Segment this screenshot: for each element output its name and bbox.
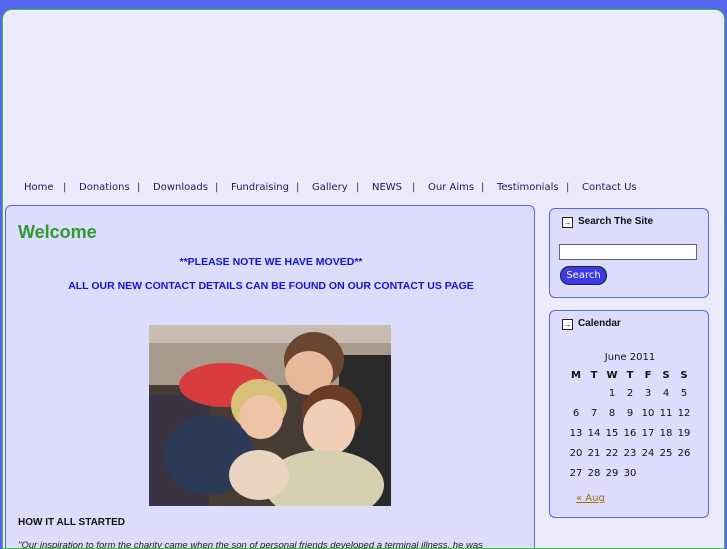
- calendar-day: 22: [605, 447, 619, 459]
- weekday-header: S: [680, 369, 688, 381]
- calendar-day: 23: [623, 447, 637, 459]
- calendar-caption: June 2011: [604, 352, 656, 363]
- calendar-day: [585, 383, 603, 403]
- nav-gallery[interactable]: Gallery: [312, 182, 348, 193]
- calendar-day: 7: [590, 407, 598, 419]
- calendar-day: 24: [641, 447, 655, 459]
- nav-home[interactable]: Home: [24, 182, 54, 193]
- nav-separator: |: [356, 182, 360, 193]
- calendar-day: 3: [644, 387, 652, 399]
- calendar-week-row: 1 2 3 4 5: [567, 383, 693, 403]
- search-widget-label: Search The Site: [578, 216, 654, 227]
- calendar-day: 10: [641, 407, 655, 419]
- calendar-day: [567, 383, 585, 403]
- calendar-day: 4: [662, 387, 670, 399]
- calendar-day: 27: [569, 467, 583, 479]
- calendar-widget: → Calendar June 2011 M T W T F S S 1 2 3…: [549, 310, 709, 518]
- calendar-day: 26: [677, 447, 691, 459]
- weekday-header: S: [662, 369, 670, 381]
- nav-separator: |: [215, 182, 219, 193]
- weekday-header: T: [626, 369, 634, 381]
- calendar-week-row: 27 28 29 30: [567, 463, 693, 483]
- calendar-day: 28: [587, 467, 601, 479]
- arrow-box-icon: →: [562, 319, 573, 330]
- calendar-day: 15: [605, 427, 619, 439]
- calendar-day: [657, 463, 675, 483]
- page-title: Welcome: [18, 222, 97, 242]
- calendar-day: 29: [605, 467, 619, 479]
- content-panel: Welcome **PLEASE NOTE WE HAVE MOVED** AL…: [5, 205, 535, 548]
- calendar-day: 5: [680, 387, 688, 399]
- contact-notice: ALL OUR NEW CONTACT DETAILS CAN BE FOUND…: [68, 280, 474, 292]
- calendar-day: 12: [677, 407, 691, 419]
- calendar-day: 13: [569, 427, 583, 439]
- calendar-day: [675, 463, 693, 483]
- nav-separator: |: [412, 182, 416, 193]
- calendar-table: M T W T F S S 1 2 3 4 5 6 7 8 9 10 11 12…: [567, 367, 693, 483]
- calendar-day: 30: [623, 467, 637, 479]
- nav-separator: |: [566, 182, 570, 193]
- nav-separator: |: [481, 182, 485, 193]
- nav-separator: |: [296, 182, 300, 193]
- calendar-prev-link[interactable]: « Aug: [576, 493, 605, 504]
- search-widget: → Search The Site Search: [549, 208, 709, 298]
- calendar-day: 2: [626, 387, 634, 399]
- nav-donations[interactable]: Donations: [79, 182, 130, 193]
- nav-our-aims[interactable]: Our Aims: [428, 182, 474, 193]
- calendar-week-row: 20 21 22 23 24 25 26: [567, 443, 693, 463]
- calendar-day: 11: [659, 407, 673, 419]
- search-widget-title: → Search The Site: [562, 216, 653, 228]
- calendar-day: 6: [572, 407, 580, 419]
- calendar-day: 18: [659, 427, 673, 439]
- moved-notice: **PLEASE NOTE WE HAVE MOVED**: [179, 256, 363, 268]
- search-input[interactable]: [559, 244, 697, 260]
- nav-fundraising[interactable]: Fundraising: [231, 182, 289, 193]
- calendar-day: 25: [659, 447, 673, 459]
- weekday-header: T: [590, 369, 598, 381]
- calendar-week-row: 6 7 8 9 10 11 12: [567, 403, 693, 423]
- nav-separator: |: [63, 182, 67, 193]
- calendar-day: 9: [626, 407, 634, 419]
- search-button[interactable]: Search: [560, 266, 607, 285]
- nav-separator: |: [137, 182, 141, 193]
- weekday-header: M: [571, 369, 581, 381]
- calendar-day: 8: [608, 407, 616, 419]
- arrow-box-icon: →: [562, 217, 573, 228]
- section-heading: HOW IT ALL STARTED: [18, 517, 126, 528]
- nav-contact-us[interactable]: Contact Us: [582, 182, 637, 193]
- calendar-day: 1: [608, 387, 616, 399]
- calendar-day: 14: [587, 427, 601, 439]
- nav-testimonials[interactable]: Testimonials: [497, 182, 559, 193]
- children-photo-image: [149, 325, 391, 506]
- nav-downloads[interactable]: Downloads: [153, 182, 208, 193]
- calendar-day: 20: [569, 447, 583, 459]
- calendar-weekday-row: M T W T F S S: [567, 367, 693, 383]
- calendar-widget-title: → Calendar: [562, 318, 621, 330]
- nav-news[interactable]: NEWS: [372, 182, 402, 193]
- calendar-day: 16: [623, 427, 637, 439]
- page-container: Home | Donations | Downloads | Fundraisi…: [2, 9, 725, 549]
- calendar-widget-label: Calendar: [578, 318, 621, 329]
- children-photo: [149, 325, 391, 506]
- main-nav: Home | Donations | Downloads | Fundraisi…: [3, 182, 724, 198]
- weekday-header: F: [644, 369, 652, 381]
- calendar-day: 21: [587, 447, 601, 459]
- weekday-header: W: [606, 369, 618, 381]
- calendar-day: 17: [641, 427, 655, 439]
- calendar-week-row: 13 14 15 16 17 18 19: [567, 423, 693, 443]
- calendar-day: 19: [677, 427, 691, 439]
- calendar-day: [639, 463, 657, 483]
